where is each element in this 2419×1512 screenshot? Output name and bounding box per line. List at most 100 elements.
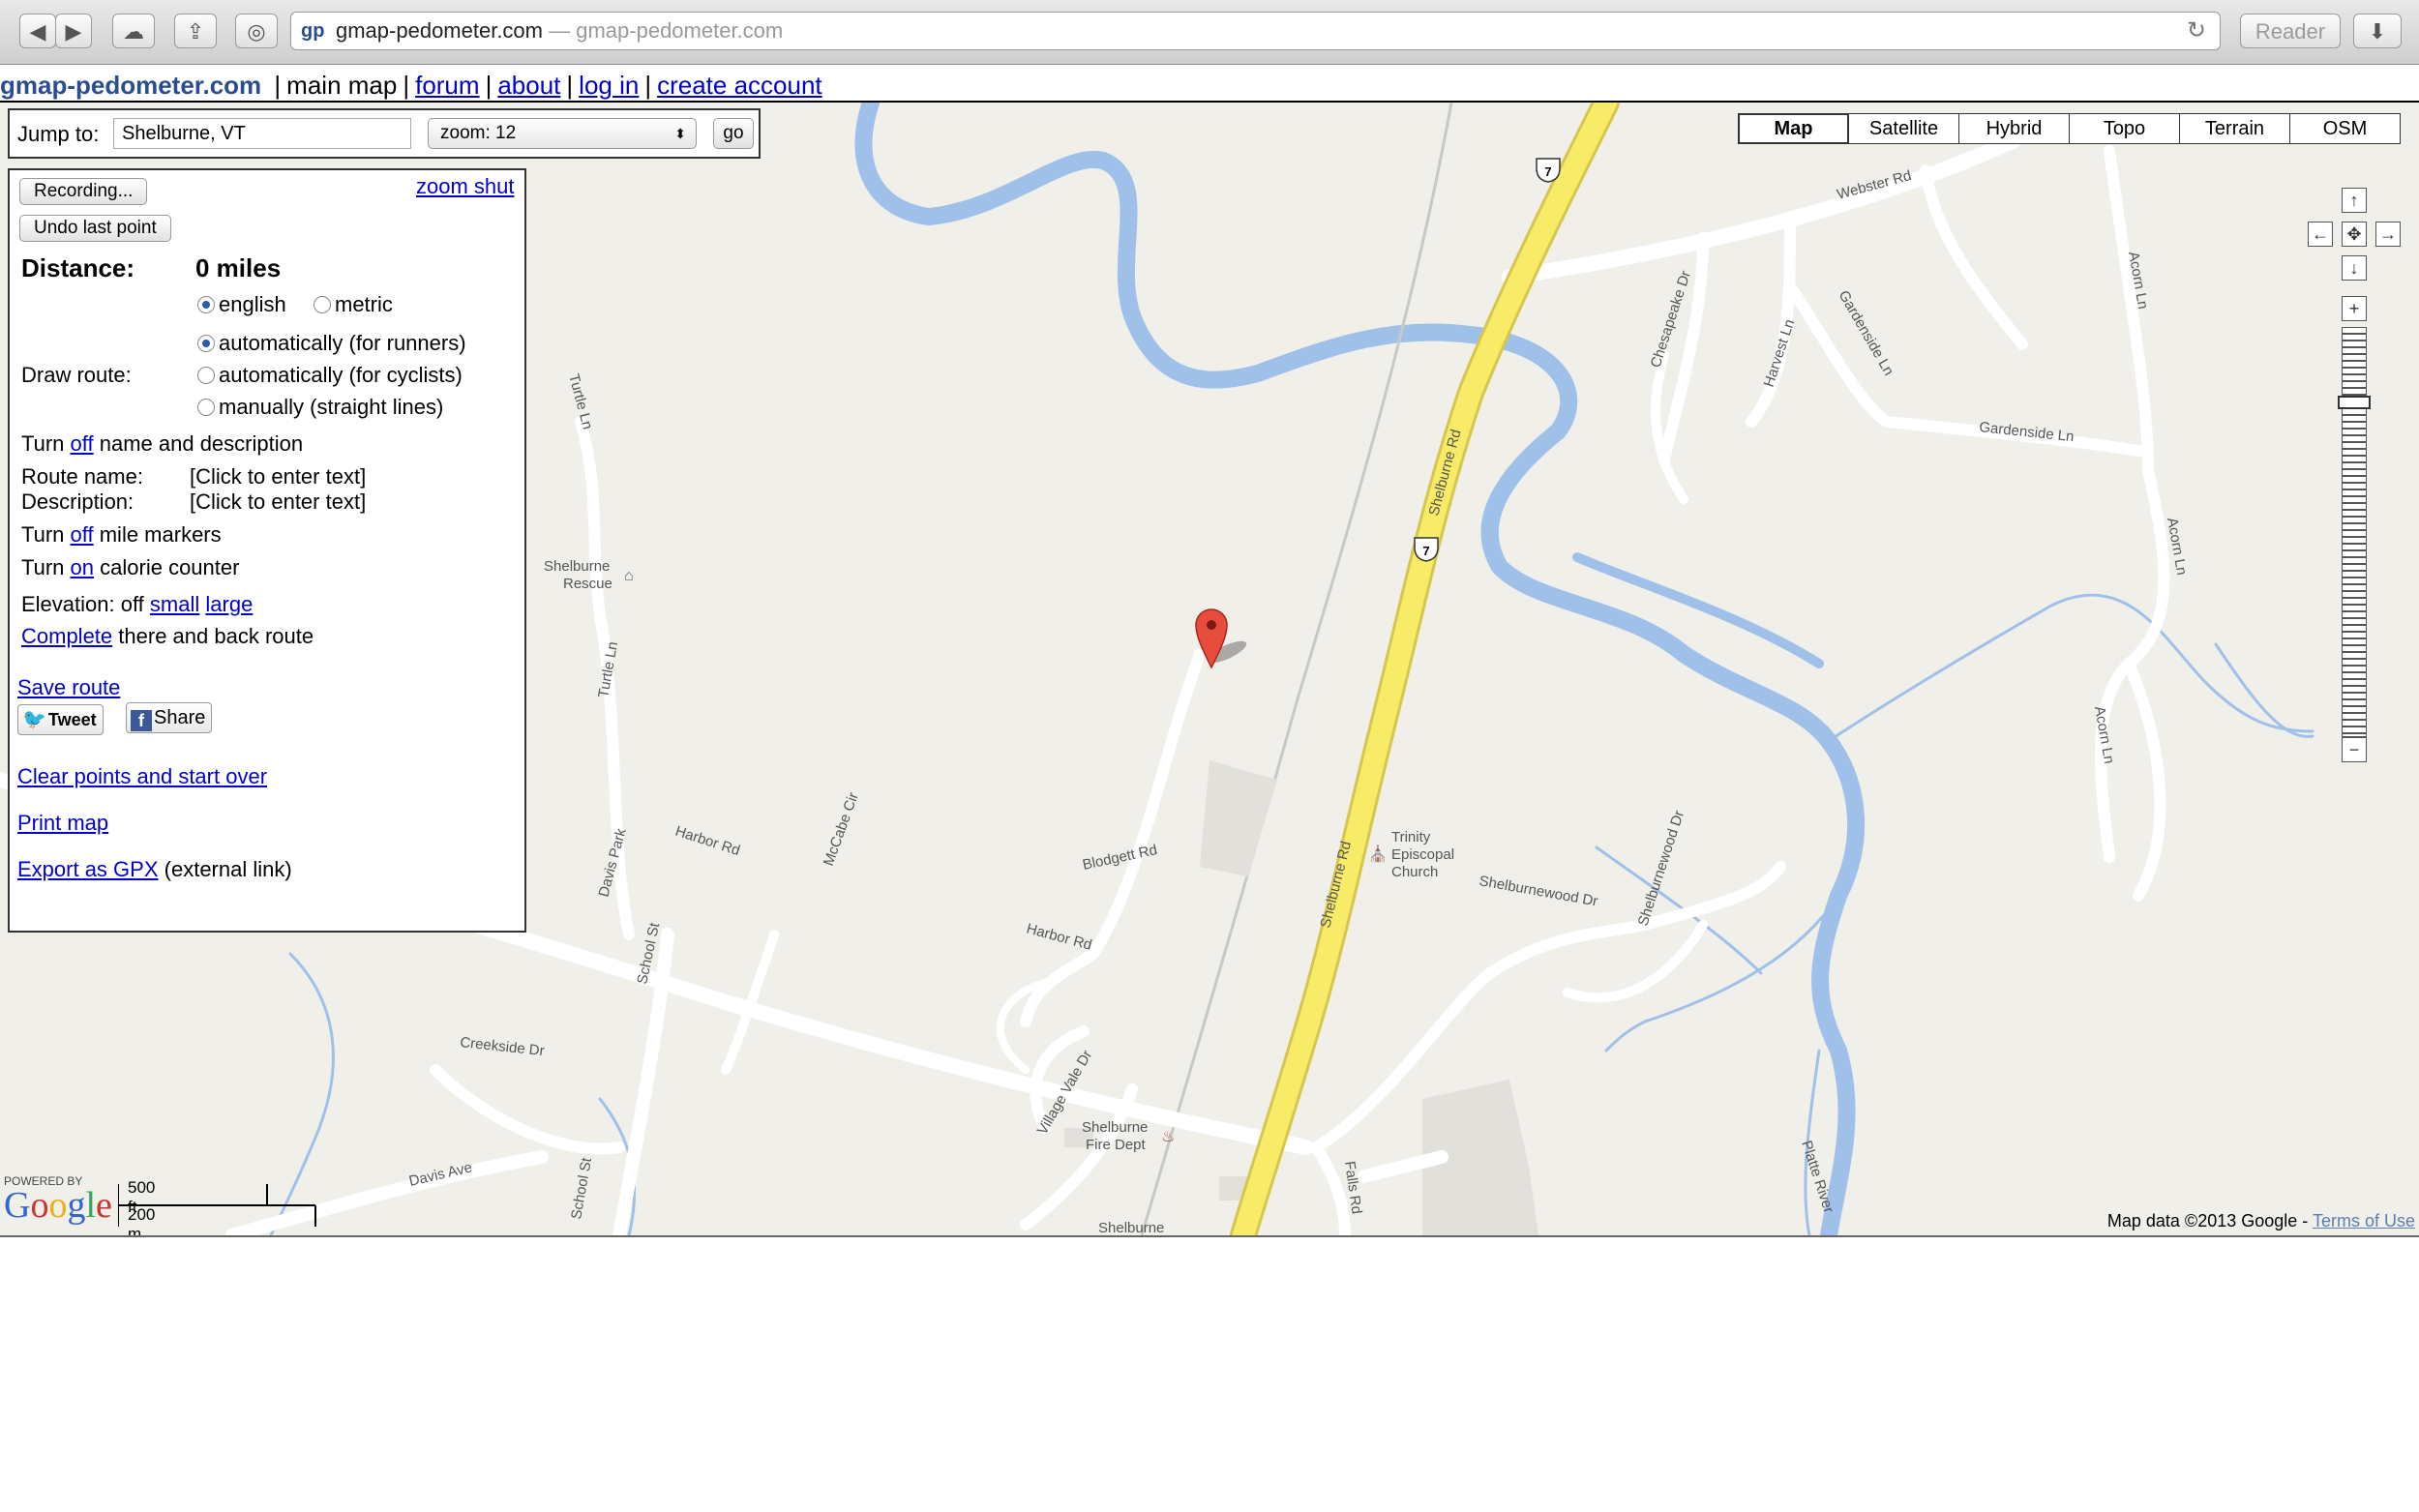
- forward-button[interactable]: ▶: [55, 14, 92, 48]
- draw-auto-cyclists-label: automatically (for cyclists): [219, 363, 463, 387]
- poi-fire-dept-1: Shelburne: [1082, 1119, 1148, 1136]
- icloud-icon: ☁: [123, 19, 144, 44]
- elevation-small-link[interactable]: small: [150, 592, 199, 616]
- google-logo[interactable]: Google: [4, 1184, 112, 1227]
- save-route-link[interactable]: Save route: [17, 675, 120, 700]
- terms-of-use-link[interactable]: Terms of Use: [2313, 1211, 2415, 1230]
- zoom-select-value: zoom: 12: [440, 123, 517, 143]
- download-icon: ⬇: [2368, 19, 2387, 44]
- history-icon: ◎: [247, 19, 266, 44]
- reload-icon[interactable]: ↻: [2187, 13, 2206, 49]
- back-icon: ◀: [29, 19, 46, 44]
- distance-value: 0 miles: [195, 253, 282, 282]
- external-link-note: (external link): [164, 857, 292, 881]
- church-icon: ⛪: [1368, 845, 1388, 863]
- map-type-hybrid[interactable]: Hybrid: [1958, 113, 2070, 144]
- map-type-topo[interactable]: Topo: [2069, 113, 2180, 144]
- zoom-in-icon[interactable]: +: [2342, 296, 2367, 321]
- route-name-field[interactable]: [Click to enter text]: [190, 464, 366, 489]
- undo-last-point-button[interactable]: Undo last point: [19, 215, 171, 242]
- label-creekside-dr: Creekside Dr: [460, 1034, 546, 1059]
- tweet-button[interactable]: 🐦 Tweet: [17, 704, 104, 735]
- draw-manual-radio[interactable]: [197, 399, 215, 416]
- label-school-st-2: School St: [568, 1156, 595, 1221]
- poi-church-1: Trinity: [1391, 829, 1431, 845]
- mile-markers-toggle-link[interactable]: off: [71, 522, 94, 547]
- pan-down-icon[interactable]: ↓: [2342, 255, 2367, 281]
- nav-log-in[interactable]: log in: [579, 71, 639, 100]
- draw-auto-cyclists-radio[interactable]: [197, 367, 215, 384]
- metric-label: metric: [335, 292, 393, 316]
- jump-to-label: Jump to:: [17, 122, 100, 146]
- jump-to-bar: Jump to: zoom: 12 ⬍ go: [8, 108, 761, 159]
- zoom-out-icon[interactable]: −: [2342, 737, 2367, 762]
- complete-route-link[interactable]: Complete: [21, 624, 112, 648]
- nav-main-map: main map: [286, 71, 398, 100]
- map-canvas[interactable]: 7 7 Webster Rd Chesapeake Dr Harvest Ln …: [0, 103, 2419, 1237]
- metric-radio[interactable]: [314, 296, 331, 313]
- reader-button[interactable]: Reader: [2240, 14, 2341, 48]
- elevation-large-link[interactable]: large: [205, 592, 253, 616]
- address-bar[interactable]: gp gmap-pedometer.com — gmap-pedometer.c…: [290, 12, 2221, 50]
- poi-church-3: Church: [1391, 864, 1438, 880]
- route-7-shield-mid: 7: [1422, 544, 1429, 558]
- english-label: english: [219, 292, 286, 316]
- label-harvest-ln: Harvest Ln: [1761, 317, 1799, 389]
- draw-auto-runners-label: automatically (for runners): [219, 331, 466, 355]
- export-gpx-link[interactable]: Export as GPX: [17, 857, 159, 881]
- poi-church-2: Episcopal: [1391, 846, 1454, 863]
- fire-station-icon: ♨: [1161, 1129, 1175, 1145]
- draw-auto-runners-radio[interactable]: [197, 335, 215, 352]
- pan-center-icon[interactable]: ✥: [2342, 222, 2367, 247]
- map-type-map[interactable]: Map: [1738, 113, 1849, 144]
- back-button[interactable]: ◀: [19, 14, 56, 48]
- site-favicon: gp: [301, 20, 325, 42]
- zoom-slider-handle[interactable]: [2338, 396, 2371, 409]
- label-mccabe-cir: McCabe Cir: [821, 790, 862, 868]
- calorie-counter-toggle-link[interactable]: on: [71, 555, 94, 579]
- scale-m: 200 m: [128, 1205, 156, 1237]
- address-title: — gmap-pedometer.com: [549, 18, 784, 43]
- browser-toolbar: ◀ ▶ ☁ ⇪ ◎ gp gmap-pedometer.com — gmap-p…: [0, 0, 2419, 65]
- zoom-select[interactable]: zoom: 12 ⬍: [428, 118, 697, 149]
- address-host: gmap-pedometer.com: [336, 18, 543, 43]
- english-radio[interactable]: [197, 296, 215, 313]
- share-button[interactable]: ⇪: [174, 14, 217, 48]
- poi-shelburne-rescue-2: Rescue: [563, 576, 612, 592]
- clear-points-link[interactable]: Clear points and start over: [17, 764, 267, 789]
- pan-right-icon[interactable]: →: [2375, 222, 2401, 247]
- label-turtle-ln-2: Turtle Ln: [595, 640, 621, 699]
- description-field[interactable]: [Click to enter text]: [190, 489, 366, 515]
- history-button[interactable]: ◎: [235, 14, 278, 48]
- map-data-credit: Map data ©2013 Google -: [2106, 1211, 2309, 1230]
- map-type-satellite[interactable]: Satellite: [1848, 113, 1959, 144]
- pan-left-icon[interactable]: ←: [2308, 222, 2333, 247]
- label-blodgett-rd: Blodgett Rd: [1081, 842, 1158, 874]
- brand-link[interactable]: gmap-pedometer.com: [0, 71, 261, 100]
- icloud-button[interactable]: ☁: [112, 14, 155, 48]
- map-type-terrain[interactable]: Terrain: [2179, 113, 2290, 144]
- poi-shelburne-bottom: Shelburne: [1098, 1220, 1164, 1235]
- route-panel: Recording... zoom shut Undo last point D…: [8, 168, 526, 933]
- name-description-toggle-link[interactable]: off: [71, 431, 94, 456]
- map-type-osm[interactable]: OSM: [2289, 113, 2401, 144]
- poi-shelburne-rescue-1: Shelburne: [544, 558, 610, 575]
- label-shelburnewood-dr: Shelburnewood Dr: [1478, 873, 1598, 909]
- print-map-link[interactable]: Print map: [17, 811, 108, 836]
- go-button[interactable]: go: [713, 118, 754, 149]
- share-icon: ⇪: [186, 19, 205, 44]
- route-7-shield-top: 7: [1544, 164, 1551, 179]
- jump-to-input[interactable]: [113, 118, 411, 149]
- poi-fire-dept-2: Fire Dept: [1086, 1137, 1147, 1153]
- downloads-button[interactable]: ⬇: [2353, 14, 2402, 48]
- nav-about[interactable]: about: [497, 71, 560, 100]
- nav-create-account[interactable]: create account: [657, 71, 822, 100]
- recording-button[interactable]: Recording...: [19, 178, 148, 205]
- route-name-label: Route name:: [21, 464, 143, 489]
- pan-up-icon[interactable]: ↑: [2342, 188, 2367, 213]
- nav-forum[interactable]: forum: [415, 71, 479, 100]
- zoom-slider[interactable]: [2342, 327, 2367, 737]
- zoom-shut-link[interactable]: zoom shut: [416, 174, 515, 199]
- facebook-share-button[interactable]: f Share: [126, 702, 213, 733]
- label-harbor-rd-2: Harbor Rd: [1025, 920, 1093, 953]
